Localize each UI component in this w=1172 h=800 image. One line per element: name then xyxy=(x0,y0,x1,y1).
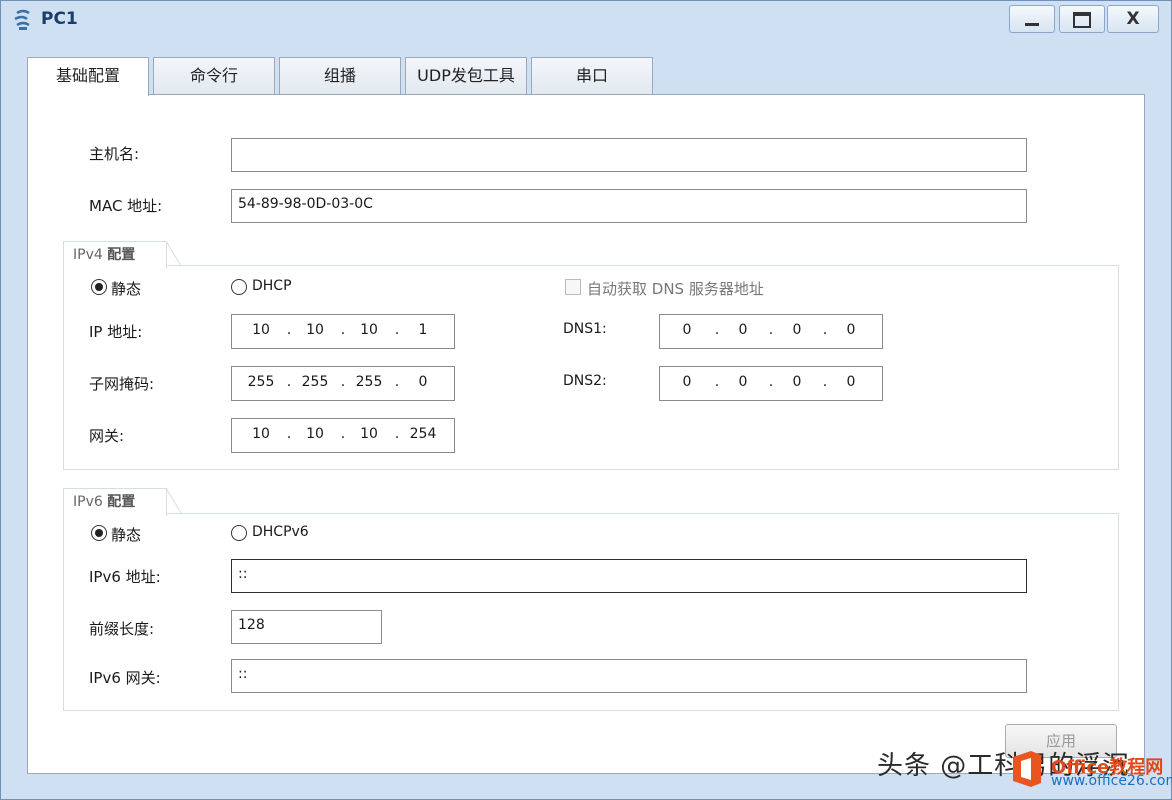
mac-address-field[interactable]: 54-89-98-0D-03-0C xyxy=(231,189,1027,223)
tab-udp-tool[interactable]: UDP发包工具 xyxy=(405,57,527,95)
gateway-octet-4: 254 xyxy=(409,426,437,442)
auto-dns-checkbox[interactable] xyxy=(565,279,581,295)
ip-address-label: IP 地址: xyxy=(89,323,143,341)
ipv6-title-strong: 配置 xyxy=(107,494,136,510)
window-title: PC1 xyxy=(41,9,78,29)
hostname-label: 主机名: xyxy=(89,145,140,163)
prefix-length-label: 前缀长度: xyxy=(89,620,155,638)
ip-dot: . xyxy=(394,322,400,338)
mask-octet-4: 0 xyxy=(418,374,428,390)
minimize-button[interactable] xyxy=(1009,5,1055,33)
ipv4-group-title: IPv4 配置 xyxy=(63,241,167,269)
ipv4-title-prefix: IPv4 xyxy=(73,247,108,263)
mask-octet-3: 255 xyxy=(355,374,383,390)
tab-command-line[interactable]: 命令行 xyxy=(153,57,275,95)
ipv6-group-title: IPv6 配置 xyxy=(63,488,167,516)
ipv4-dhcp-label: DHCP xyxy=(252,278,292,294)
ip-address-input[interactable]: 10 . 10 . 10 . 1 xyxy=(231,314,455,349)
mask-octet-1: 255 xyxy=(247,374,275,390)
mask-dot: . xyxy=(394,374,400,390)
dns2-dot: . xyxy=(714,374,720,390)
ip-octet-2: 10 xyxy=(306,322,324,338)
dns1-dot: . xyxy=(768,322,774,338)
ipv4-static-label: 静态 xyxy=(111,280,142,298)
dns2-dot: . xyxy=(768,374,774,390)
gateway-octet-1: 10 xyxy=(252,426,270,442)
close-icon: X xyxy=(1126,9,1140,29)
maximize-button[interactable] xyxy=(1059,5,1105,33)
app-network-icon xyxy=(14,9,30,30)
dns2-octet-2: 0 xyxy=(738,374,748,390)
ipv4-tab-edge xyxy=(166,241,182,267)
ipv6-dhcp-radio[interactable] xyxy=(231,525,247,541)
mask-octet-2: 255 xyxy=(301,374,329,390)
ip-dot: . xyxy=(286,322,292,338)
ipv6-gateway-input[interactable]: :: xyxy=(231,659,1027,693)
ip-octet-1: 10 xyxy=(252,322,270,338)
dns2-octet-3: 0 xyxy=(792,374,802,390)
gateway-dot: . xyxy=(394,426,400,442)
title-bar[interactable]: PC1 X xyxy=(1,1,1171,39)
tab-basic-config[interactable]: 基础配置 xyxy=(27,57,149,96)
dns2-octet-1: 0 xyxy=(682,374,692,390)
dns2-octet-4: 0 xyxy=(846,374,856,390)
prefix-length-input[interactable]: 128 xyxy=(231,610,382,644)
gateway-octet-3: 10 xyxy=(360,426,378,442)
dns1-octet-4: 0 xyxy=(846,322,856,338)
dns1-dot: . xyxy=(822,322,828,338)
ipv4-static-radio[interactable] xyxy=(91,279,107,295)
mac-label: MAC 地址: xyxy=(89,197,163,215)
gateway-dot: . xyxy=(340,426,346,442)
gateway-octet-2: 10 xyxy=(306,426,324,442)
ipv6-address-input[interactable]: :: xyxy=(231,559,1027,593)
subnet-mask-input[interactable]: 255 . 255 . 255 . 0 xyxy=(231,366,455,401)
app-window: PC1 X 基础配置 命令行 组播 UDP发包工具 串口 主机名: MAC 地址… xyxy=(0,0,1172,800)
dns2-dot: . xyxy=(822,374,828,390)
auto-dns-label: 自动获取 DNS 服务器地址 xyxy=(587,280,764,298)
dns1-input[interactable]: 0 . 0 . 0 . 0 xyxy=(659,314,883,349)
ipv4-title-strong: 配置 xyxy=(107,247,136,263)
dns1-octet-3: 0 xyxy=(792,322,802,338)
maximize-icon xyxy=(1073,12,1091,28)
ip-dot: . xyxy=(340,322,346,338)
mask-dot: . xyxy=(340,374,346,390)
hostname-input[interactable] xyxy=(231,138,1027,172)
ipv6-static-label: 静态 xyxy=(111,526,142,544)
ip-octet-4: 1 xyxy=(418,322,428,338)
tab-multicast[interactable]: 组播 xyxy=(279,57,401,95)
ipv6-tab-edge xyxy=(166,488,182,514)
ipv6-static-radio[interactable] xyxy=(91,525,107,541)
ip-octet-3: 10 xyxy=(360,322,378,338)
dns1-dot: . xyxy=(714,322,720,338)
dns1-label: DNS1: xyxy=(563,321,607,337)
minimize-icon xyxy=(1025,23,1039,26)
dns1-octet-2: 0 xyxy=(738,322,748,338)
tab-serial[interactable]: 串口 xyxy=(531,57,653,95)
ipv6-title-prefix: IPv6 xyxy=(73,494,108,510)
gateway-dot: . xyxy=(286,426,292,442)
dns1-octet-1: 0 xyxy=(682,322,692,338)
dns2-input[interactable]: 0 . 0 . 0 . 0 xyxy=(659,366,883,401)
gateway-label: 网关: xyxy=(89,427,125,445)
gateway-input[interactable]: 10 . 10 . 10 . 254 xyxy=(231,418,455,453)
ipv6-gateway-label: IPv6 网关: xyxy=(89,669,161,687)
office-logo-icon xyxy=(1013,751,1041,787)
subnet-mask-label: 子网掩码: xyxy=(89,375,155,393)
close-button[interactable]: X xyxy=(1107,5,1159,33)
dns2-label: DNS2: xyxy=(563,373,607,389)
mask-dot: . xyxy=(286,374,292,390)
ipv6-address-label: IPv6 地址: xyxy=(89,568,161,586)
watermark-site-url: www.office26.com xyxy=(1051,773,1172,789)
ipv6-dhcp-label: DHCPv6 xyxy=(252,524,309,540)
ipv4-dhcp-radio[interactable] xyxy=(231,279,247,295)
